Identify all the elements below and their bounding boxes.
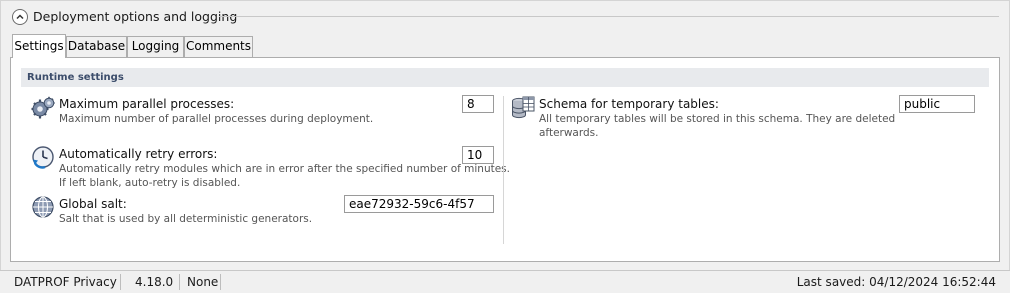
chevron-up-icon [16, 14, 24, 20]
max-parallel-description: Maximum number of parallel processes dur… [59, 113, 374, 125]
status-separator [120, 274, 121, 290]
gears-icon [31, 96, 55, 119]
group-header-runtime-settings: Runtime settings [21, 68, 989, 87]
max-parallel-input[interactable] [462, 95, 494, 113]
tab-settings[interactable]: Settings [12, 34, 66, 58]
schema-temp-tables-description-line1: All temporary tables will be stored in t… [539, 113, 896, 125]
tab-comments[interactable]: Comments [184, 36, 253, 57]
retry-errors-input[interactable] [462, 146, 494, 164]
status-version: 4.18.0 [135, 275, 174, 289]
tab-database[interactable]: Database [66, 36, 127, 57]
globe-icon [32, 196, 54, 218]
retry-errors-description-line2: If left blank, auto-retry is disabled. [59, 177, 241, 189]
status-connection: None [187, 275, 219, 289]
schema-temp-tables-input[interactable] [899, 95, 975, 113]
retry-errors-description-line1: Automatically retry modules which are in… [59, 163, 510, 175]
clock-retry-icon [32, 146, 54, 169]
global-salt-input[interactable] [344, 195, 494, 213]
section-header: Deployment options and logging [8, 6, 1002, 28]
status-bar: DATPROF Privacy 4.18.0 None Last saved: … [0, 270, 1010, 293]
schema-temp-tables-description-line2: afterwards. [539, 127, 599, 139]
retry-errors-label: Automatically retry errors: [59, 147, 218, 161]
database-table-icon [512, 96, 535, 119]
status-last-saved: Last saved: 04/12/2024 16:52:44 [796, 275, 996, 289]
section-divider [219, 16, 999, 17]
collapse-button[interactable] [12, 9, 28, 25]
status-separator [220, 274, 221, 290]
column-divider [503, 96, 504, 244]
settings-panel: Runtime settings Maximum parallel proces… [10, 57, 1000, 262]
global-salt-label: Global salt: [59, 197, 127, 211]
status-product-name: DATPROF Privacy [14, 275, 117, 289]
global-salt-description: Salt that is used by all deterministic g… [59, 213, 313, 225]
max-parallel-label: Maximum parallel processes: [59, 97, 235, 111]
schema-temp-tables-label: Schema for temporary tables: [539, 97, 719, 111]
status-separator [179, 274, 180, 290]
section-title: Deployment options and logging [33, 9, 238, 24]
tab-logging[interactable]: Logging [127, 36, 184, 57]
